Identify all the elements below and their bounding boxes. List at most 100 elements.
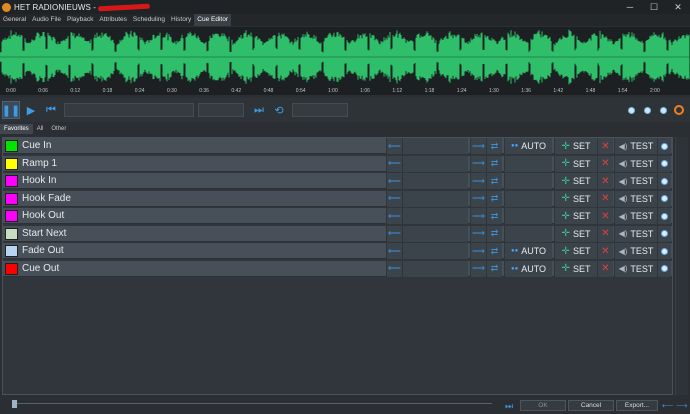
close-icon[interactable]: ✕ (666, 2, 690, 13)
auto-button[interactable]: ●● AUTO (504, 138, 552, 154)
subtab-other[interactable]: Other (47, 124, 70, 134)
cue-color-swatch[interactable] (5, 140, 18, 152)
cue-time-field[interactable] (402, 243, 468, 259)
play-button[interactable]: ▶ (22, 101, 40, 119)
test-button[interactable]: ◀) TEST (614, 243, 657, 259)
marker-dot-1-icon[interactable] (628, 106, 635, 114)
cue-time-field[interactable] (402, 155, 468, 172)
cue-time-field[interactable] (402, 225, 468, 242)
set-button[interactable]: ✛ SET (554, 243, 597, 259)
cue-color-swatch[interactable] (5, 192, 18, 205)
swap-button[interactable]: ⇄ (486, 243, 502, 259)
swap-button[interactable]: ⇄ (486, 260, 502, 277)
maximize-icon[interactable]: ☐ (642, 2, 666, 13)
swap-button[interactable]: ⇄ (486, 208, 502, 224)
test-button[interactable]: ◀) TEST (614, 155, 657, 172)
skip-end-button[interactable]: ⏭ (250, 101, 268, 119)
tab-general[interactable]: General (0, 14, 29, 26)
set-button[interactable]: ✛ SET (554, 173, 597, 189)
move-right-button[interactable]: ⟶ (470, 243, 486, 259)
test-button[interactable]: ◀) TEST (614, 260, 657, 277)
cue-color-swatch[interactable] (5, 157, 18, 170)
cue-option-button[interactable] (657, 138, 671, 154)
refresh-icon[interactable] (674, 105, 684, 115)
test-button[interactable]: ◀) TEST (614, 225, 657, 242)
move-left-button[interactable]: ⟵ (386, 173, 402, 189)
set-button[interactable]: ✛ SET (554, 225, 597, 242)
swap-button[interactable]: ⇄ (486, 138, 502, 154)
cue-option-button[interactable] (657, 173, 671, 189)
ok-button[interactable]: OK (520, 400, 566, 411)
prev-icon[interactable]: ⟵ (662, 401, 673, 410)
auto-button[interactable]: ●● AUTO (504, 260, 552, 277)
cue-option-button[interactable] (657, 155, 671, 172)
set-button[interactable]: ✛ SET (554, 138, 597, 154)
marker-dot-2-icon[interactable] (644, 106, 651, 114)
move-left-button[interactable]: ⟵ (386, 225, 402, 242)
swap-button[interactable]: ⇄ (486, 155, 502, 172)
move-right-button[interactable]: ⟶ (470, 155, 486, 172)
cue-time-field[interactable] (402, 208, 468, 224)
tab-attributes[interactable]: Attributes (96, 14, 129, 26)
export-button[interactable]: Export... (616, 400, 658, 411)
cue-color-swatch[interactable] (5, 245, 18, 257)
next-icon[interactable]: ⟶ (676, 401, 687, 410)
test-button[interactable]: ◀) TEST (614, 173, 657, 189)
move-right-button[interactable]: ⟶ (470, 225, 486, 242)
move-left-button[interactable]: ⟵ (386, 190, 402, 207)
clear-button[interactable]: ✕ (597, 208, 613, 224)
clear-button[interactable]: ✕ (597, 173, 613, 189)
clear-button[interactable]: ✕ (597, 225, 613, 242)
move-left-button[interactable]: ⟵ (386, 243, 402, 259)
swap-button[interactable]: ⇄ (486, 173, 502, 189)
cue-option-button[interactable] (657, 225, 671, 242)
auto-button[interactable]: ●● AUTO (504, 243, 552, 259)
move-right-button[interactable]: ⟶ (470, 190, 486, 207)
move-right-button[interactable]: ⟶ (470, 173, 486, 189)
move-left-button[interactable]: ⟵ (386, 208, 402, 224)
skip-end-small-icon[interactable]: ⏭ (505, 401, 513, 412)
swap-button[interactable]: ⇄ (486, 190, 502, 207)
cue-time-field[interactable] (402, 190, 468, 207)
clear-button[interactable]: ✕ (597, 260, 613, 277)
clear-button[interactable]: ✕ (597, 138, 613, 154)
subtab-favorites[interactable]: Favorites (0, 124, 33, 134)
tab-history[interactable]: History (168, 14, 194, 26)
cue-option-button[interactable] (657, 260, 671, 277)
move-right-button[interactable]: ⟶ (470, 260, 486, 277)
cue-color-swatch[interactable] (5, 175, 18, 187)
loop-field[interactable] (292, 103, 348, 117)
tab-audio-file[interactable]: Audio File (29, 14, 64, 26)
move-left-button[interactable]: ⟵ (386, 138, 402, 154)
marker-dot-3-icon[interactable] (660, 106, 667, 114)
duration-field[interactable] (198, 103, 244, 117)
waveform-display[interactable] (0, 27, 690, 87)
swap-button[interactable]: ⇄ (486, 225, 502, 242)
cue-option-button[interactable] (657, 243, 671, 259)
slider-knob[interactable] (12, 400, 17, 408)
skip-start-button[interactable]: ⏮ (42, 101, 60, 119)
cue-color-swatch[interactable] (5, 227, 18, 240)
clear-button[interactable]: ✕ (597, 243, 613, 259)
move-right-button[interactable]: ⟶ (470, 138, 486, 154)
cue-color-swatch[interactable] (5, 262, 18, 275)
vertical-scrollbar[interactable] (675, 137, 688, 395)
test-button[interactable]: ◀) TEST (614, 208, 657, 224)
tab-cue-editor[interactable]: Cue Editor (194, 14, 231, 26)
cue-option-button[interactable] (657, 208, 671, 224)
cancel-button[interactable]: Cancel (568, 400, 614, 411)
cue-time-field[interactable] (402, 138, 468, 154)
subtab-all[interactable]: All (33, 124, 48, 134)
cue-time-field[interactable] (402, 260, 468, 277)
cue-color-swatch[interactable] (5, 210, 18, 222)
tab-scheduling[interactable]: Scheduling (130, 14, 168, 26)
cue-time-field[interactable] (402, 173, 468, 189)
minimize-icon[interactable]: ─ (618, 2, 642, 13)
move-right-button[interactable]: ⟶ (470, 208, 486, 224)
clear-button[interactable]: ✕ (597, 190, 613, 207)
pause-button[interactable]: ❚❚ (2, 101, 20, 119)
clear-button[interactable]: ✕ (597, 155, 613, 172)
position-field[interactable] (64, 103, 194, 117)
set-button[interactable]: ✛ SET (554, 155, 597, 172)
set-button[interactable]: ✛ SET (554, 190, 597, 207)
